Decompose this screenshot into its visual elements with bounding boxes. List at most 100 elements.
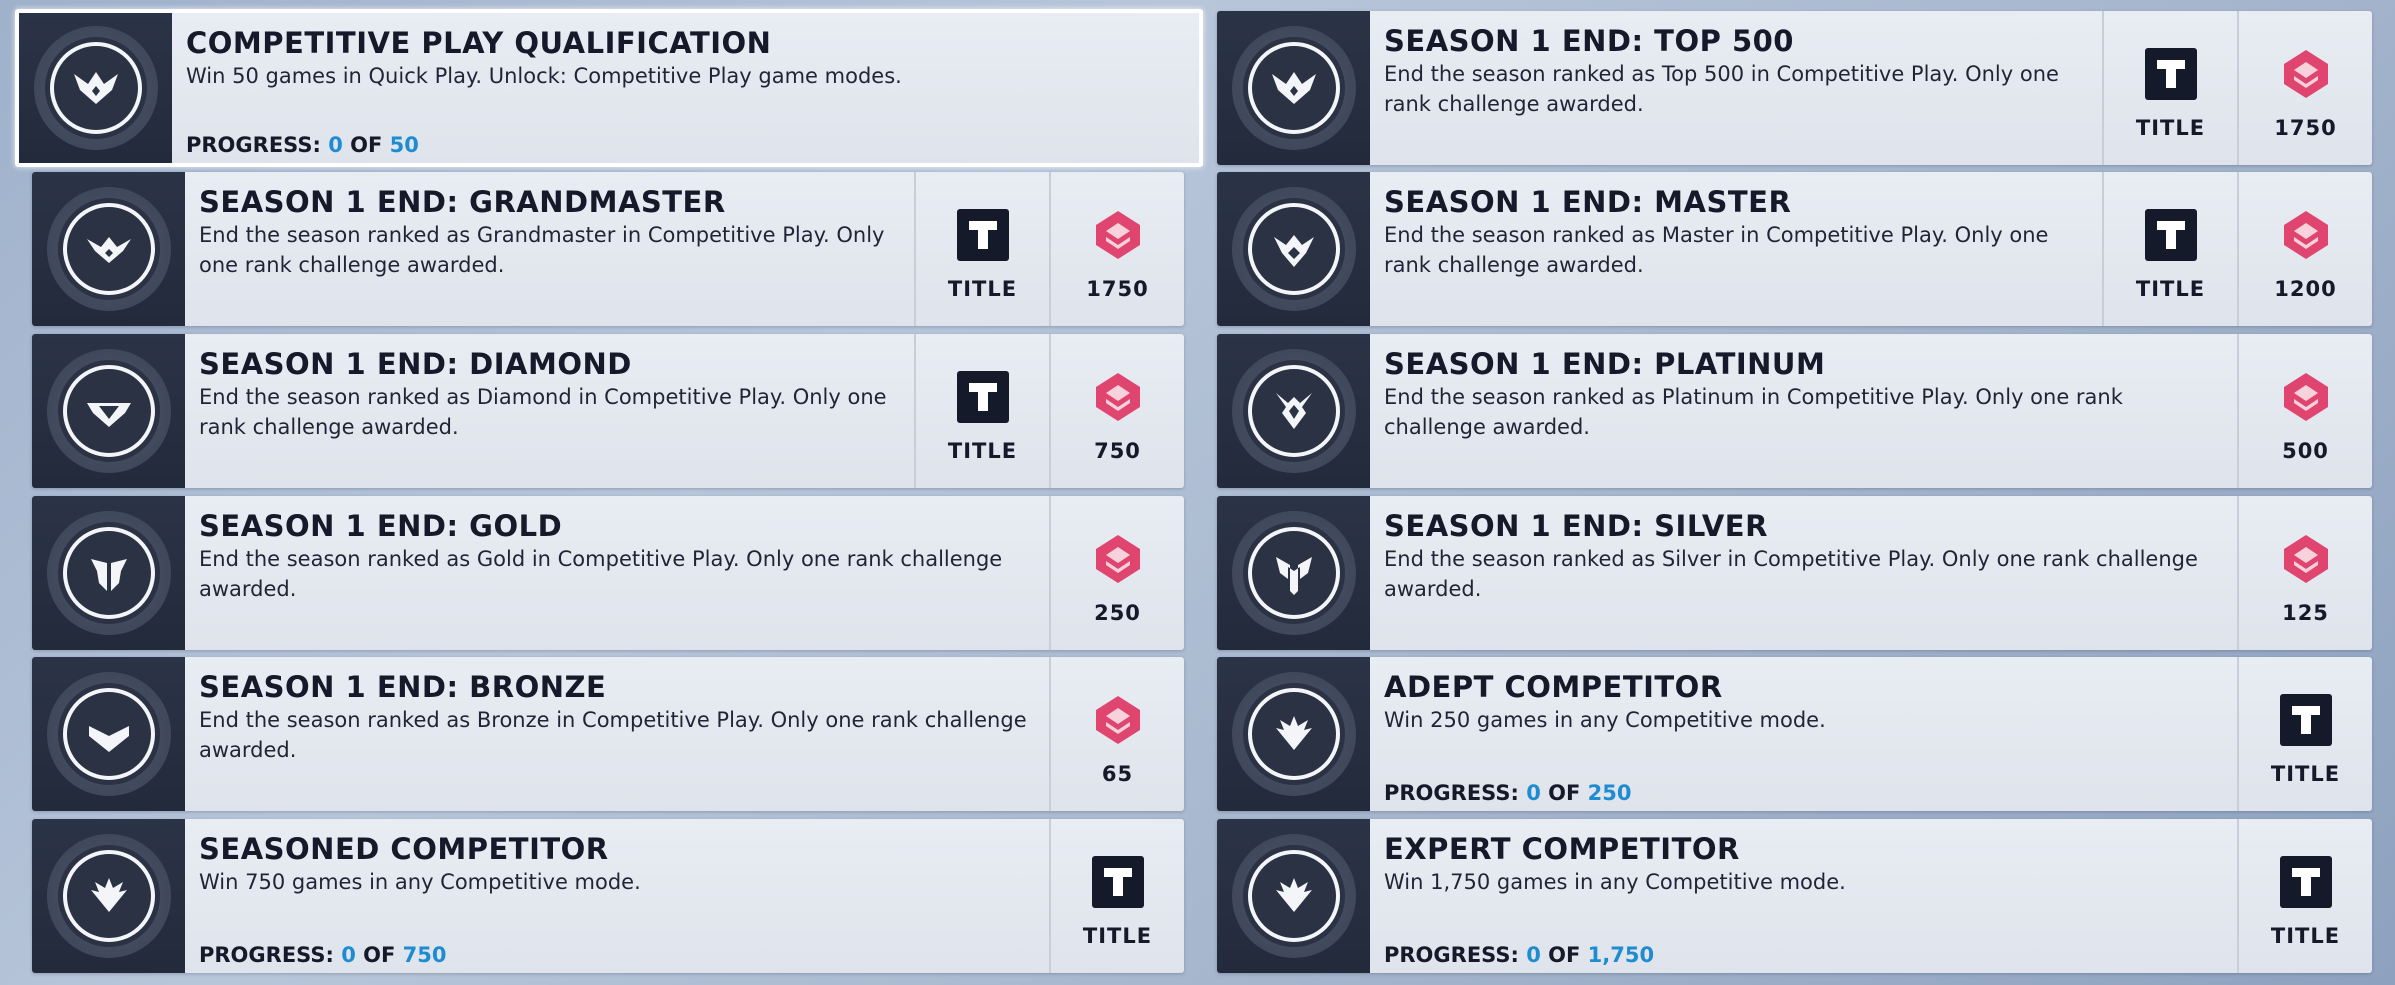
title-reward-icon [1092,856,1144,908]
challenge-title: EXPERT COMPETITOR [1384,832,1740,866]
reward-amount: 500 [2282,439,2329,463]
challenge-card[interactable]: SEASON 1 END: BRONZE End the season rank… [32,657,1184,811]
title-reward-icon [957,371,1009,423]
challenge-description: End the season ranked as Bronze in Compe… [199,708,1027,762]
reward-title: TITLE [2102,172,2237,326]
competitive-emblem-icon [68,60,124,116]
challenge-description: End the season ranked as Top 500 in Comp… [1384,62,2059,116]
competitive-points-icon [2278,531,2334,587]
challenge-card[interactable]: SEASON 1 END: GRANDMASTER End the season… [32,172,1184,326]
reward-title: TITLE [914,334,1049,488]
challenge-title: SEASON 1 END: PLATINUM [1384,347,1826,381]
competitive-points-icon [2278,369,2334,425]
reward-title: TITLE [2237,819,2372,973]
reward-currency: 500 [2237,334,2372,488]
competitive-emblem-icon [1266,868,1322,924]
reward-label: TITLE [947,277,1018,301]
silver-rank-icon [1266,545,1322,601]
reward-title: TITLE [914,172,1049,326]
grandmaster-rank-icon [81,221,137,277]
challenge-badge [32,819,185,973]
gold-rank-icon [81,545,137,601]
challenge-description: End the season ranked as Gold in Competi… [199,547,1003,601]
reward-label: TITLE [2270,924,2341,948]
challenge-title: SEASONED COMPETITOR [199,832,609,866]
challenge-card[interactable]: ADEPT COMPETITOR Win 250 games in any Co… [1217,657,2372,811]
reward-amount: 65 [1101,762,1134,786]
challenge-badge [1217,11,1370,165]
challenge-description: Win 250 games in any Competitive mode. [1384,708,1826,732]
challenge-badge [32,172,185,326]
reward-amount: 1750 [2274,116,2337,140]
title-reward-icon [957,209,1009,261]
reward-title: TITLE [2237,657,2372,811]
challenge-progress: PROGRESS: 0 OF 750 [199,943,447,967]
reward-label: TITLE [2270,762,2341,786]
reward-currency: 750 [1049,334,1184,488]
challenge-badge [1217,819,1370,973]
challenge-description: Win 1,750 games in any Competitive mode. [1384,870,1846,894]
challenge-title: ADEPT COMPETITOR [1384,670,1723,704]
challenge-card[interactable]: EXPERT COMPETITOR Win 1,750 games in any… [1217,819,2372,973]
challenge-badge [1217,334,1370,488]
master-rank-icon [1266,221,1322,277]
reward-currency: 250 [1049,496,1184,650]
competitive-emblem-icon [1266,706,1322,762]
reward-amount: 250 [1094,601,1141,625]
reward-amount: 1750 [1086,277,1149,301]
challenge-title: SEASON 1 END: MASTER [1384,185,1792,219]
challenge-progress: PROGRESS: 0 OF 50 [186,133,419,157]
challenge-card[interactable]: SEASONED COMPETITOR Win 750 games in any… [32,819,1184,973]
challenge-title: SEASON 1 END: TOP 500 [1384,24,1794,58]
bronze-rank-icon [81,706,137,762]
challenge-description: End the season ranked as Master in Compe… [1384,223,2049,277]
challenge-badge [1217,496,1370,650]
challenge-description: Win 50 games in Quick Play. Unlock: Comp… [186,64,902,88]
top-500-rank-icon [1266,60,1322,116]
challenge-progress: PROGRESS: 0 OF 250 [1384,781,1632,805]
reward-label: TITLE [1082,924,1153,948]
challenge-card[interactable]: SEASON 1 END: GOLD End the season ranked… [32,496,1184,650]
reward-currency: 125 [2237,496,2372,650]
competitive-emblem-icon [81,868,137,924]
challenge-description: Win 750 games in any Competitive mode. [199,870,641,894]
challenge-card[interactable]: SEASON 1 END: MASTER End the season rank… [1217,172,2372,326]
title-reward-icon [2280,856,2332,908]
challenge-title: SEASON 1 END: DIAMOND [199,347,632,381]
competitive-points-icon [1090,692,1146,748]
reward-currency: 1750 [2237,11,2372,165]
challenge-card[interactable]: SEASON 1 END: SILVER End the season rank… [1217,496,2372,650]
challenge-card[interactable]: SEASON 1 END: TOP 500 End the season ran… [1217,11,2372,165]
reward-title: TITLE [1049,819,1184,973]
challenge-description: End the season ranked as Platinum in Com… [1384,385,2123,439]
competitive-points-icon [1090,531,1146,587]
reward-currency: 1200 [2237,172,2372,326]
challenge-card[interactable]: SEASON 1 END: PLATINUM End the season ra… [1217,334,2372,488]
reward-label: TITLE [2135,277,2206,301]
challenge-progress: PROGRESS: 0 OF 1,750 [1384,943,1655,967]
platinum-rank-icon [1266,383,1322,439]
reward-title: TITLE [2102,11,2237,165]
competitive-points-icon [2278,207,2334,263]
title-reward-icon [2145,48,2197,100]
challenge-title: SEASON 1 END: BRONZE [199,670,607,704]
title-reward-icon [2280,694,2332,746]
reward-amount: 1200 [2274,277,2337,301]
challenge-badge [1217,657,1370,811]
competitive-points-icon [1090,207,1146,263]
reward-amount: 125 [2282,601,2329,625]
challenge-badge [19,13,172,163]
competitive-points-icon [2278,46,2334,102]
challenge-card[interactable]: SEASON 1 END: DIAMOND End the season ran… [32,334,1184,488]
challenge-description: End the season ranked as Diamond in Comp… [199,385,887,439]
reward-currency: 65 [1049,657,1184,811]
challenge-badge [1217,172,1370,326]
challenge-title: SEASON 1 END: GOLD [199,509,563,543]
challenge-title: COMPETITIVE PLAY QUALIFICATION [186,26,772,60]
challenge-card[interactable]: COMPETITIVE PLAY QUALIFICATION Win 50 ga… [15,9,1203,167]
challenge-title: SEASON 1 END: SILVER [1384,509,1768,543]
challenge-badge [32,657,185,811]
reward-currency: 1750 [1049,172,1184,326]
reward-amount: 750 [1094,439,1141,463]
challenge-description: End the season ranked as Silver in Compe… [1384,547,2198,601]
